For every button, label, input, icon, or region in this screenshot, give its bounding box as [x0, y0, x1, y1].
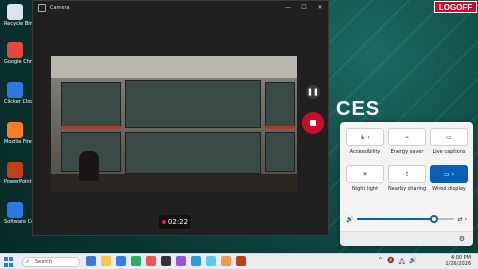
stop-icon — [310, 120, 316, 126]
desktop-icon-label: Software Center — [4, 219, 45, 225]
chalkboard-center — [125, 80, 261, 128]
quick-tile-button[interactable]: ▭ — [430, 128, 468, 146]
logoff-button[interactable]: LOGOFF — [434, 1, 477, 13]
quick-tile-label: Energy saver — [390, 149, 424, 155]
settings-gear-icon[interactable]: ⚙ — [459, 235, 465, 243]
quick-tile-label: Nearby sharing — [388, 186, 427, 192]
recording-dot-icon — [161, 220, 166, 224]
taskbar-app-icon[interactable] — [101, 256, 111, 266]
quick-tile-button[interactable]: ⌁ — [388, 128, 426, 146]
desktop: CES LOGOFF Recycle Bin Google Chrome Click… — [0, 0, 478, 253]
quick-tile: ♿ › Accessibility — [346, 128, 384, 155]
taskbar-app-icon[interactable] — [86, 256, 96, 266]
recording-timer: 02:22 — [159, 215, 191, 229]
stop-recording-button[interactable] — [302, 112, 324, 134]
volume-thumb[interactable] — [430, 215, 439, 223]
desktop-icon-label: Mozilla Firefox — [4, 139, 40, 145]
camera-window: Camera — ☐ ✕ 02:22 — [32, 0, 329, 236]
search-icon: ⌕ — [26, 258, 30, 265]
quick-tile-label: Accessibility — [349, 149, 381, 155]
camera-preview — [51, 56, 297, 192]
start-button[interactable] — [4, 257, 14, 267]
quick-tile-label: Night light — [351, 186, 379, 192]
desktop-icon[interactable]: Google Chrome — [4, 42, 43, 65]
pause-button[interactable]: ❚❚ — [306, 85, 320, 99]
maximize-button[interactable]: ☐ — [296, 1, 312, 14]
camera-title: Camera — [50, 4, 70, 11]
chalkboard-left — [61, 82, 121, 127]
desktop-icon-label: Clicker Cloud — [4, 99, 37, 105]
taskbar-search[interactable]: ⌕ Search — [22, 257, 80, 267]
desktop-icon[interactable]: Software Center — [4, 202, 45, 225]
board-strip — [265, 126, 295, 129]
board-strip — [61, 126, 121, 129]
chalkboard-lower-right — [265, 132, 295, 172]
app-icon — [7, 162, 23, 178]
chalkboard-lower — [125, 132, 261, 174]
desktop-icon[interactable]: Clicker Cloud — [4, 82, 37, 105]
quick-tile-button[interactable]: ⇪ — [388, 165, 426, 183]
desktop-icon[interactable]: Mozilla Firefox — [4, 122, 40, 145]
ceiling — [51, 56, 297, 78]
app-icon — [7, 42, 23, 58]
taskbar-app-icon[interactable] — [206, 256, 216, 266]
quick-tile-button[interactable]: ♿ › — [346, 128, 384, 146]
camera-titlebar: Camera — ☐ ✕ — [33, 1, 328, 14]
timer-text: 02:22 — [167, 218, 189, 226]
quick-tile: ⇪ Nearby sharing — [388, 165, 426, 192]
app-icon — [7, 82, 23, 98]
quick-tile-button[interactable]: ▭ › — [430, 165, 468, 183]
taskbar-app-icon[interactable] — [191, 256, 201, 266]
taskbar-app-icon[interactable] — [236, 256, 246, 266]
taskbar: ⌕ Search ^ 🔕 🖧 🔊 4:00 PM 1/26/2026 — [0, 253, 478, 269]
pinned-apps — [86, 256, 246, 266]
volume-fill — [357, 218, 435, 220]
quick-settings-footer: ⚙ — [340, 231, 473, 246]
taskbar-app-icon[interactable] — [146, 256, 156, 266]
person — [79, 151, 99, 181]
taskbar-app-icon[interactable] — [131, 256, 141, 266]
app-icon — [7, 122, 23, 138]
chalkboard-right — [265, 82, 295, 127]
quick-tile-button[interactable]: ☀ — [346, 165, 384, 183]
windows-logo-icon — [4, 257, 8, 261]
tray-icon[interactable]: ^ — [378, 257, 383, 267]
camera-app-icon — [38, 3, 46, 12]
tray-icon[interactable]: 🔕 — [387, 257, 394, 267]
taskbar-app-icon[interactable] — [221, 256, 231, 266]
quick-tile: ▭ › Wired display — [430, 165, 468, 192]
quick-tile: ⌁ Energy saver — [388, 128, 426, 155]
app-icon — [7, 202, 23, 218]
wallpaper-text: CES — [336, 98, 381, 120]
volume-slider[interactable] — [357, 215, 454, 223]
desktop-icon[interactable]: Recycle Bin — [4, 4, 33, 27]
speaker-icon[interactable]: 🔊 — [346, 216, 353, 223]
search-placeholder: Search — [35, 259, 53, 265]
taskbar-app-icon[interactable] — [161, 256, 171, 266]
taskbar-app-icon[interactable] — [176, 256, 186, 266]
taskbar-app-icon[interactable] — [116, 256, 126, 266]
desktop-icon-label: Recycle Bin — [4, 21, 33, 27]
quick-tile-label: Wired display — [432, 186, 466, 192]
close-button[interactable]: ✕ — [312, 1, 328, 14]
quick-tile: ▭ Live captions — [430, 128, 468, 155]
tray-icon[interactable]: 🔊 — [409, 257, 416, 267]
quick-tile: ☀ Night light — [346, 165, 384, 192]
audio-output-icon[interactable]: ⇄ › — [458, 216, 467, 223]
desktop-icon[interactable]: PowerPoint O365 — [4, 162, 47, 185]
quick-tile-label: Live captions — [432, 149, 466, 155]
quick-settings-panel: ♿ › Accessibility ⌁ Energy saver ▭ Live capti… — [340, 122, 473, 246]
volume-row: 🔊 ⇄ › — [346, 214, 467, 224]
minimize-button[interactable]: — — [280, 1, 296, 14]
desktop-icon-label: Google Chrome — [4, 59, 43, 65]
tray-icon[interactable]: 🖧 — [399, 257, 406, 267]
system-tray: ^ 🔕 🖧 🔊 — [378, 257, 417, 267]
desktop-icon-label: PowerPoint O365 — [4, 179, 47, 185]
clock-date: 1/26/2026 — [445, 261, 471, 267]
clock[interactable]: 4:00 PM 1/26/2026 — [441, 255, 471, 267]
app-icon — [7, 4, 23, 20]
